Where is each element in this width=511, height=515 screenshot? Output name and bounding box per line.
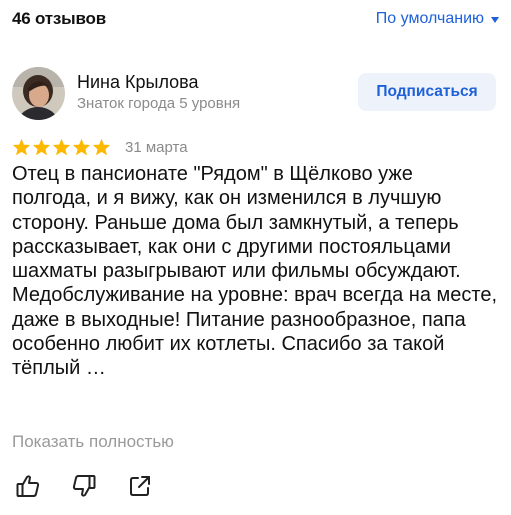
star-icon	[92, 138, 111, 156]
star-icon	[52, 138, 71, 156]
reviews-count: 46 отзывов	[12, 9, 106, 28]
rating-row: 31 марта	[12, 137, 188, 157]
avatar[interactable]	[12, 67, 65, 120]
subscribe-button[interactable]: Подписаться	[358, 73, 496, 111]
rating-stars	[12, 138, 111, 156]
thumbs-down-icon[interactable]	[70, 472, 98, 500]
show-full-link[interactable]: Показать полностью	[12, 432, 174, 452]
review-actions	[14, 472, 154, 500]
sort-dropdown[interactable]: По умолчанию	[376, 10, 499, 28]
star-icon	[72, 138, 91, 156]
star-icon	[12, 138, 31, 156]
thumbs-up-icon[interactable]	[14, 472, 42, 500]
reviews-header: 46 отзывов По умолчанию	[12, 6, 499, 32]
author-name[interactable]: Нина Крылова	[77, 72, 199, 93]
sort-label: По умолчанию	[375, 10, 484, 27]
author-level: Знаток города 5 уровня	[77, 95, 241, 112]
review-text: Отец в пансионате "Рядом" в Щёлково уже …	[12, 163, 497, 380]
chevron-down-icon	[491, 17, 499, 23]
share-icon[interactable]	[126, 472, 154, 500]
star-icon	[32, 138, 51, 156]
review-author: Нина Крылова Знаток города 5 уровня Подп…	[12, 67, 499, 121]
review-date: 31 марта	[125, 138, 188, 156]
